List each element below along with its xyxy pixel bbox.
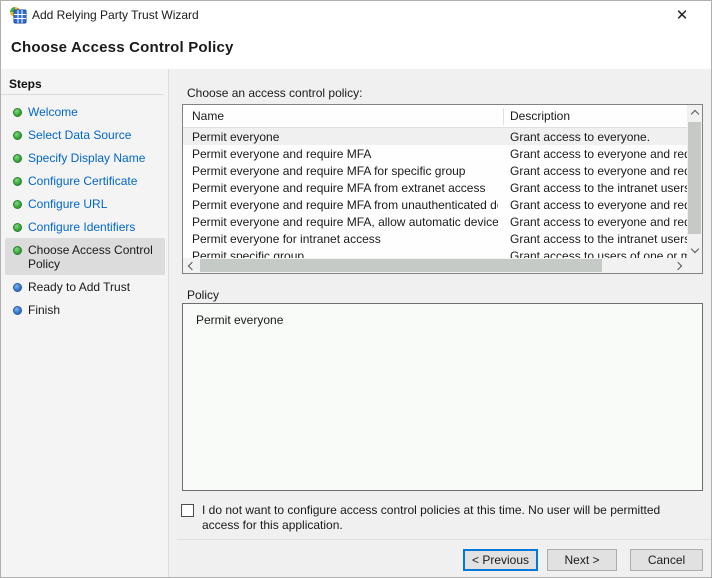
sidebar-step-ready-to-add-trust[interactable]: Ready to Add Trust [5,275,165,298]
sidebar-step-configure-url[interactable]: Configure URL [5,192,165,215]
sidebar-step-configure-certificate[interactable]: Configure Certificate [5,169,165,192]
close-icon[interactable]: ✕ [667,3,697,27]
step-label: Configure Certificate [28,174,138,188]
step-bullet-green-icon [13,246,22,255]
step-bullet-green-icon [13,223,22,232]
row-name-cell[interactable]: Permit everyone and require MFA, allow a… [192,215,498,229]
policy-group-label: Policy [187,288,220,302]
sidebar-step-choose-access-control-policy[interactable]: Choose Access Control Policy [5,238,165,275]
step-bullet-blue-icon [13,283,22,292]
table-row[interactable]: Permit everyone for intranet access Grant… [183,230,687,247]
page-header: Choose Access Control Policy [1,29,711,69]
column-divider[interactable] [503,108,504,125]
row-description-cell[interactable]: Grant access to everyone and requir [510,164,687,178]
skip-policy-label[interactable]: I do not want to configure access contro… [202,503,700,533]
table-row[interactable]: Permit everyone and require MFA, allow a… [183,213,687,230]
step-label: Configure URL [28,197,108,211]
step-bullet-green-icon [13,131,22,140]
row-description-cell[interactable]: Grant access to everyone. [510,130,687,144]
policy-preview-box: Permit everyone [182,303,703,491]
steps-divider [1,94,164,95]
title-bar: Add Relying Party Trust Wizard ✕ [1,1,711,29]
sidebar-step-select-data-source[interactable]: Select Data Source [5,123,165,146]
scroll-up-icon[interactable] [687,105,702,120]
skip-policy-checkbox[interactable] [181,504,194,517]
step-label: Configure Identifiers [28,220,136,234]
footer-divider [177,539,711,540]
row-name-cell[interactable]: Permit everyone and require MFA from ext… [192,181,498,195]
policy-preview-text: Permit everyone [196,313,284,327]
step-bullet-green-icon [13,177,22,186]
vertical-scrollbar[interactable] [687,105,702,258]
table-row[interactable]: Permit everyone and require MFA from ext… [183,179,687,196]
table-row[interactable]: Permit everyone and require MFA Grant acc… [183,145,687,162]
window-title: Add Relying Party Trust Wizard [32,8,199,22]
step-label: Select Data Source [28,128,132,142]
row-description-cell[interactable]: Grant access to the intranet users ar [510,181,687,195]
step-label: Choose Access Control Policy [28,243,153,271]
step-label: Ready to Add Trust [28,280,131,294]
access-policy-table[interactable]: Name Description Permit everyone Grant ac… [182,104,703,274]
row-name-cell[interactable]: Permit everyone and require MFA [192,147,498,161]
table-body: Permit everyone Grant access to everyone.… [183,128,687,263]
step-bullet-green-icon [13,200,22,209]
horizontal-scrollbar[interactable] [183,258,687,273]
cancel-button[interactable]: Cancel [630,549,703,571]
column-header-name[interactable]: Name [192,109,224,123]
row-description-cell[interactable]: Grant access to everyone and requir [510,147,687,161]
wizard-app-icon [10,7,27,24]
step-label: Specify Display Name [28,151,146,165]
table-row[interactable]: Permit everyone Grant access to everyone. [183,128,687,145]
vertical-scroll-thumb[interactable] [688,122,701,234]
scroll-down-icon[interactable] [687,243,702,258]
row-name-cell[interactable]: Permit everyone and require MFA for spec… [192,164,498,178]
page-title: Choose Access Control Policy [11,39,234,56]
table-row[interactable]: Permit everyone and require MFA for spec… [183,162,687,179]
scroll-left-icon[interactable] [183,258,198,273]
steps-list: Welcome Select Data Source Specify Display… [1,100,169,321]
column-header-description[interactable]: Description [510,109,570,123]
table-row[interactable]: Permit everyone and require MFA from una… [183,196,687,213]
row-name-cell[interactable]: Permit everyone [192,130,498,144]
skip-policy-row: I do not want to configure access contro… [181,503,700,533]
step-bullet-green-icon [13,108,22,117]
policy-list-label: Choose an access control policy: [187,86,363,100]
table-header[interactable]: Name Description [183,105,687,128]
scroll-right-icon[interactable] [672,258,687,273]
step-bullet-blue-icon [13,306,22,315]
sidebar-step-specify-display-name[interactable]: Specify Display Name [5,146,165,169]
row-description-cell[interactable]: Grant access to everyone and requir [510,215,687,229]
row-description-cell[interactable]: Grant access to the intranet users. [510,232,687,246]
horizontal-scroll-thumb[interactable] [200,259,602,272]
sidebar-step-configure-identifiers[interactable]: Configure Identifiers [5,215,165,238]
scrollbar-corner [687,258,702,273]
row-description-cell[interactable]: Grant access to everyone and requir [510,198,687,212]
main-panel: Choose an access control policy: Name De… [177,69,711,577]
sidebar-step-finish[interactable]: Finish [5,298,165,321]
previous-button[interactable]: < Previous [463,549,538,571]
step-label: Finish [28,303,61,317]
step-bullet-green-icon [13,154,22,163]
sidebar-step-welcome[interactable]: Welcome [5,100,165,123]
step-label: Welcome [28,105,78,119]
row-name-cell[interactable]: Permit everyone for intranet access [192,232,498,246]
wizard-window: Add Relying Party Trust Wizard ✕ Choose … [0,0,712,578]
row-name-cell[interactable]: Permit everyone and require MFA from una… [192,198,498,212]
steps-sidebar: Steps Welcome Select Data Source Specify D… [1,69,169,577]
steps-heading: Steps [9,77,42,91]
next-button[interactable]: Next > [547,549,617,571]
